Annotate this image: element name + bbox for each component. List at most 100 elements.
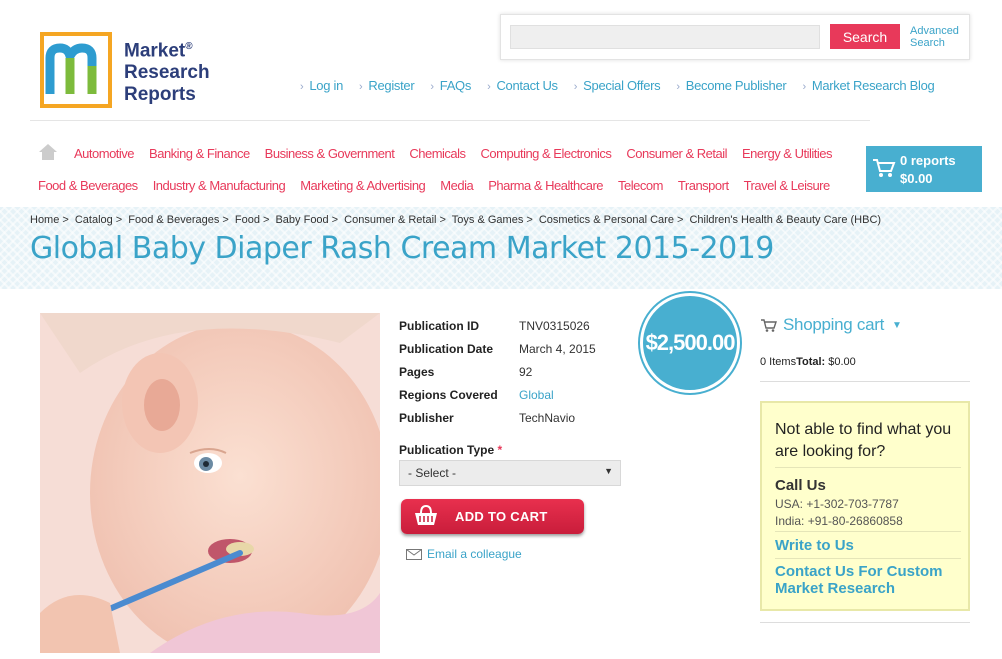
chevron-down-icon: ▼ <box>892 319 902 331</box>
dropdown-arrow-icon: ▼ <box>604 466 613 476</box>
search-bar: Search Advanced Search <box>500 14 970 60</box>
blog-link[interactable]: Market Research Blog <box>802 78 935 93</box>
category-industry-manufacturing[interactable]: Industry & Manufacturing <box>153 178 286 193</box>
header-cart[interactable]: 0 reports $0.00 <box>866 146 982 192</box>
logo-line-3: Reports <box>124 84 196 106</box>
detail-key: Pages <box>399 364 435 379</box>
search-button[interactable]: Search <box>830 24 900 49</box>
breadcrumb-item[interactable]: Food & Beverages <box>128 214 219 226</box>
page-title: Global Baby Diaper Rash Cream Market 201… <box>30 231 774 266</box>
select-value: - Select - <box>408 466 457 480</box>
cart-total: $0.00 <box>900 171 933 186</box>
region-link[interactable]: Global <box>519 388 554 402</box>
category-pharma-healthcare[interactable]: Pharma & Healthcare <box>488 178 603 193</box>
special-offers-link[interactable]: Special Offers <box>574 78 661 93</box>
site-logo[interactable]: Market® Research Reports <box>40 32 220 112</box>
faqs-link[interactable]: FAQs <box>430 78 472 93</box>
detail-key: Publication Date <box>399 341 494 356</box>
cart-reports-count: 0 reports <box>900 153 956 168</box>
baby-photo-illustration <box>40 313 380 653</box>
breadcrumb-item[interactable]: Consumer & Retail <box>344 214 436 226</box>
logo-text: Market® Research Reports <box>124 36 210 106</box>
breadcrumb-item[interactable]: Home <box>30 214 59 226</box>
detail-key: Publisher <box>399 410 454 425</box>
help-question: Not able to find what you are looking fo… <box>775 421 952 460</box>
breadcrumb-item[interactable]: Food <box>235 214 260 226</box>
logo-reg: ® <box>185 41 193 52</box>
advanced-search-link[interactable]: Advanced Search <box>910 25 970 49</box>
category-media[interactable]: Media <box>440 178 473 193</box>
logo-line-1: Market <box>124 40 186 62</box>
breadcrumb: Home > Catalog > Food & Beverages > Food > B… <box>30 214 882 226</box>
add-to-cart-button[interactable]: ADD TO CART <box>401 499 584 534</box>
title-band: Home > Catalog > Food & Beverages > Food > B… <box>0 207 1002 289</box>
detail-row: Publisher TechNavio <box>399 406 596 429</box>
envelope-icon <box>406 548 422 560</box>
category-chemicals[interactable]: Chemicals <box>409 146 466 161</box>
detail-value: TNV0315026 <box>519 318 590 333</box>
breadcrumb-item[interactable]: Catalog <box>75 214 113 226</box>
help-divider <box>775 558 961 559</box>
publication-details: Publication ID TNV0315026 Publication Dat… <box>399 314 596 429</box>
shopping-bag-icon <box>415 505 437 525</box>
cart-total-value: $0.00 <box>828 356 856 368</box>
category-business-government[interactable]: Business & Government <box>265 146 395 161</box>
detail-row: Publication ID TNV0315026 <box>399 314 596 337</box>
phone-india: India: +91-80-26860858 <box>775 514 903 528</box>
cart-total-label: Total: <box>796 356 826 368</box>
write-to-us-link[interactable]: Write to Us <box>775 537 854 554</box>
sidebar-divider <box>760 381 970 382</box>
breadcrumb-item[interactable]: Cosmetics & Personal Care <box>539 214 674 226</box>
help-divider <box>775 531 961 532</box>
category-automotive[interactable]: Automotive <box>74 146 135 161</box>
home-icon[interactable] <box>38 143 58 161</box>
search-input[interactable] <box>510 25 820 49</box>
email-colleague-text: Email a colleague <box>427 547 522 561</box>
detail-value: 92 <box>519 364 533 379</box>
logo-line-2: Research <box>124 62 210 84</box>
detail-row: Regions Covered Global <box>399 383 596 406</box>
category-consumer-retail[interactable]: Consumer & Retail <box>626 146 727 161</box>
cart-icon <box>873 159 896 177</box>
shopping-cart-toggle[interactable]: Shopping cart ▼ <box>761 315 902 335</box>
detail-row: Pages 92 <box>399 360 596 383</box>
publication-type-select[interactable]: - Select - ▼ <box>399 460 621 486</box>
shopping-cart-summary: 0 ItemsTotal: $0.00 <box>760 356 856 368</box>
category-travel-leisure[interactable]: Travel & Leisure <box>744 178 831 193</box>
custom-research-link[interactable]: Contact Us For Custom Market Research <box>775 563 965 597</box>
sidebar-divider <box>760 622 970 623</box>
shopping-cart-title: Shopping cart <box>783 315 885 334</box>
breadcrumb-item[interactable]: Children's Health & Beauty Care (HBC) <box>689 214 881 226</box>
help-box: Not able to find what you are looking fo… <box>760 401 970 611</box>
cart-items-count: 0 Items <box>760 356 797 368</box>
breadcrumb-item[interactable]: Baby Food <box>275 214 328 226</box>
phone-usa: USA: +1-302-703-7787 <box>775 497 899 511</box>
category-transport[interactable]: Transport <box>678 178 729 193</box>
detail-key: Regions Covered <box>399 387 498 402</box>
breadcrumb-item[interactable]: Toys & Games <box>452 214 524 226</box>
login-link[interactable]: Log in <box>300 78 343 93</box>
detail-key: Publication ID <box>399 318 480 333</box>
category-food-beverages[interactable]: Food & Beverages <box>38 178 138 193</box>
email-colleague-link[interactable]: Email a colleague <box>406 547 522 561</box>
logo-mark <box>40 32 112 108</box>
category-computing-electronics[interactable]: Computing & Electronics <box>481 146 612 161</box>
category-energy-utilities[interactable]: Energy & Utilities <box>742 146 832 161</box>
required-marker: * <box>497 443 503 457</box>
category-marketing-advertising[interactable]: Marketing & Advertising <box>300 178 426 193</box>
top-nav: Log in Register FAQs Contact Us Special … <box>300 78 950 93</box>
register-link[interactable]: Register <box>359 78 414 93</box>
logo-m-icon <box>45 43 97 94</box>
category-banking-finance[interactable]: Banking & Finance <box>149 146 250 161</box>
category-telecom[interactable]: Telecom <box>618 178 663 193</box>
detail-value: TechNavio <box>519 410 576 425</box>
become-publisher-link[interactable]: Become Publisher <box>676 78 787 93</box>
cart-small-icon <box>761 318 777 332</box>
contact-us-link[interactable]: Contact Us <box>487 78 558 93</box>
help-divider <box>775 467 961 468</box>
detail-value: March 4, 2015 <box>519 341 596 356</box>
detail-row: Publication Date March 4, 2015 <box>399 337 596 360</box>
publication-type-label: Publication Type * <box>399 443 502 457</box>
add-to-cart-label: ADD TO CART <box>455 509 548 524</box>
category-nav-row-2: Food & Beverages Industry & Manufacturin… <box>38 178 830 193</box>
